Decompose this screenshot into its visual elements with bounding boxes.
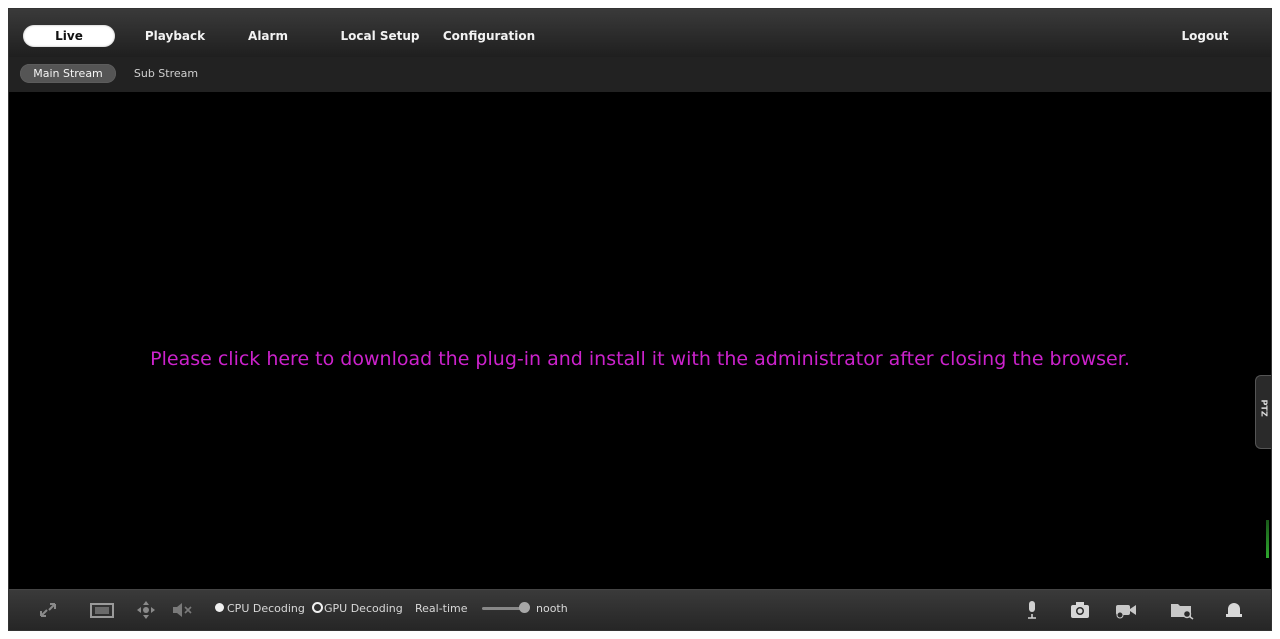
ptz-panel-toggle[interactable]: PTZ	[1255, 375, 1271, 449]
nav-configuration[interactable]: Configuration	[439, 25, 539, 47]
record-icon[interactable]	[1113, 600, 1139, 620]
microphone-icon[interactable]	[1021, 600, 1043, 620]
stream-tabs: Main Stream Sub Stream	[9, 57, 1271, 92]
volume-level-indicator	[1266, 520, 1269, 558]
latency-slider-knob[interactable]	[519, 602, 530, 613]
gpu-decoding-radio[interactable]	[312, 602, 323, 613]
alarm-bell-icon[interactable]	[1223, 600, 1245, 620]
cpu-decoding-label: CPU Decoding	[227, 602, 305, 615]
search-folder-icon[interactable]	[1169, 600, 1195, 620]
video-viewport[interactable]: Please click here to download the plug-i…	[9, 92, 1271, 592]
nav-playback[interactable]: Playback	[135, 25, 215, 47]
snapshot-icon[interactable]	[1069, 600, 1091, 620]
fullscreen-icon[interactable]	[37, 600, 59, 620]
ptz-control-icon[interactable]	[135, 600, 157, 620]
aspect-ratio-icon[interactable]	[89, 600, 115, 620]
nav-live[interactable]: Live	[23, 25, 115, 47]
top-navigation: Live Playback Alarm Local Setup Configur…	[9, 9, 1271, 58]
app-frame: Live Playback Alarm Local Setup Configur…	[8, 8, 1272, 631]
ptz-label: PTZ	[1259, 399, 1269, 417]
gpu-decoding-label: GPU Decoding	[324, 602, 403, 615]
cpu-decoding-radio[interactable]	[215, 603, 224, 612]
plugin-download-link[interactable]: Please click here to download the plug-i…	[9, 348, 1271, 370]
logout-button[interactable]: Logout	[1175, 25, 1235, 47]
nav-alarm[interactable]: Alarm	[233, 25, 303, 47]
tab-main-stream[interactable]: Main Stream	[20, 64, 116, 83]
bottom-toolbar: CPU Decoding GPU Decoding Real-time noot…	[9, 589, 1271, 630]
smooth-label: nooth	[536, 602, 568, 615]
nav-local-setup[interactable]: Local Setup	[337, 25, 423, 47]
mute-icon[interactable]	[171, 600, 193, 620]
latency-slider-track[interactable]	[482, 607, 524, 610]
realtime-label: Real-time	[415, 602, 468, 615]
tab-sub-stream[interactable]: Sub Stream	[127, 64, 205, 83]
